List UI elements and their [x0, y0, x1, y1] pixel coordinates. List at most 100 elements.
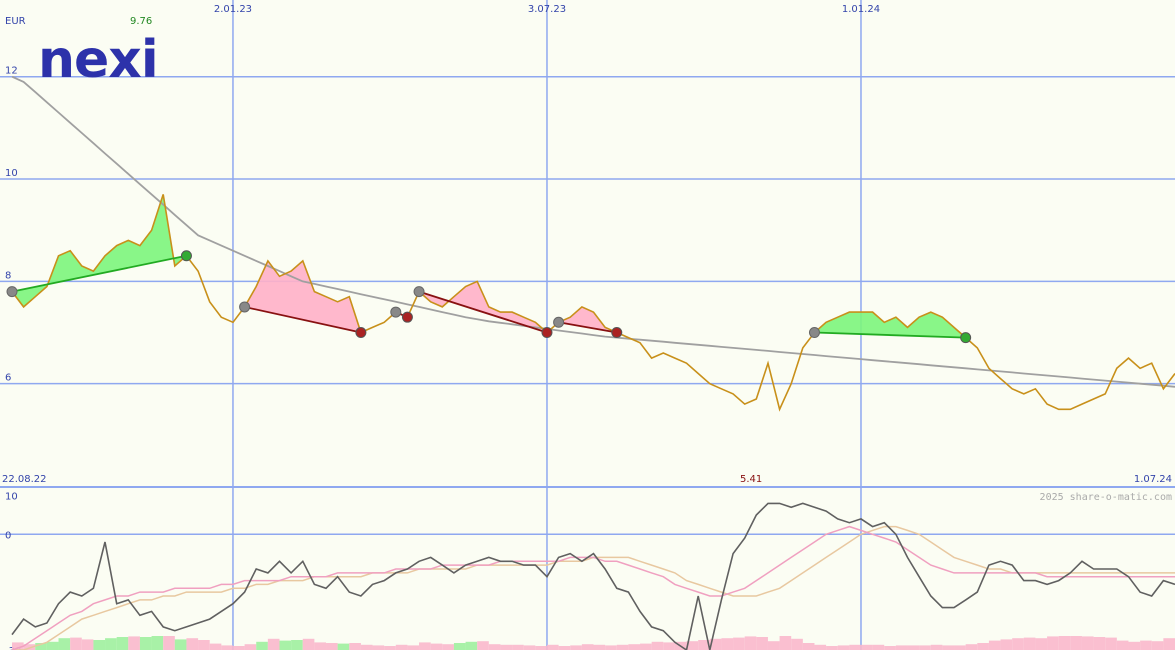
osc-bar	[965, 644, 978, 650]
osc-bar	[488, 644, 501, 650]
trade-entry-marker-0	[6, 286, 18, 298]
price-tick-label-6: 6	[5, 373, 11, 384]
osc-tick-label-0: 0	[5, 530, 11, 541]
osc-bar	[651, 641, 664, 650]
osc-pink-line	[11, 525, 1175, 650]
osc-bar	[151, 636, 164, 650]
trade-entry-marker-5	[808, 327, 820, 339]
osc-bar	[1081, 636, 1094, 650]
osc-bar	[279, 640, 292, 650]
trade-entry-marker-1	[239, 301, 251, 313]
osc-bar	[1128, 641, 1141, 650]
osc-main-line	[11, 502, 1175, 650]
osc-bar	[1023, 637, 1036, 650]
osc-bar	[907, 645, 920, 650]
osc-bar	[81, 639, 94, 650]
osc-bar	[198, 640, 210, 650]
trade-entry-marker-3	[413, 286, 425, 298]
osc-bar	[1140, 640, 1152, 650]
osc-bar	[221, 645, 233, 650]
min-value-label: 5.41	[740, 474, 762, 485]
osc-bar	[616, 644, 629, 650]
osc-bar	[872, 644, 885, 650]
trade-fill-3	[419, 281, 547, 333]
osc-bar	[105, 638, 117, 650]
start-date-label: 22.08.22	[2, 474, 47, 485]
osc-bar	[419, 642, 431, 650]
osc-bar	[384, 646, 396, 650]
osc-bar	[1070, 636, 1082, 650]
osc-bar	[163, 636, 175, 650]
osc-bar	[58, 638, 71, 650]
osc-bar	[1105, 637, 1117, 650]
osc-bar	[884, 646, 896, 650]
osc-bar	[46, 641, 59, 650]
osc-bar	[930, 644, 943, 650]
osc-bar	[186, 638, 199, 650]
end-date-label: 1.07.24	[1134, 474, 1172, 485]
trade-exit-marker-1	[355, 327, 367, 339]
date-tick-label-3.07.23: 3.07.23	[528, 4, 566, 15]
osc-bar	[1035, 638, 1048, 650]
osc-bar	[267, 638, 280, 650]
trade-line-0	[11, 254, 187, 293]
osc-bar	[1012, 638, 1024, 650]
osc-bar	[663, 642, 675, 650]
osc-bar	[860, 644, 873, 650]
trade-exit-marker-0	[180, 250, 192, 262]
osc-bar	[302, 638, 315, 650]
trade-entry-marker-4	[553, 316, 565, 328]
osc-bar	[977, 643, 989, 650]
osc-bar	[407, 645, 420, 650]
osc-bar	[802, 643, 815, 650]
trade-fill-0	[12, 194, 187, 307]
osc-bar	[558, 646, 571, 650]
osc-bar	[209, 643, 222, 650]
osc-bar	[767, 641, 780, 650]
osc-bar	[70, 637, 82, 650]
osc-bar	[779, 636, 792, 650]
osc-bar	[895, 645, 908, 650]
osc-bar	[477, 641, 489, 650]
trade-exit-marker-3	[541, 327, 553, 339]
osc-bar	[640, 643, 652, 650]
trade-exit-marker-2	[401, 311, 413, 323]
osc-tick-label-10: 10	[5, 492, 18, 503]
osc-bar	[93, 640, 106, 650]
osc-bar	[1000, 639, 1013, 650]
osc-bar	[174, 639, 187, 650]
osc-bar	[360, 644, 373, 650]
osc-bar	[988, 640, 1001, 650]
date-tick-label-1.01.24: 1.01.24	[842, 4, 880, 15]
max-value-label: 9.76	[130, 16, 152, 27]
osc-bar	[605, 645, 617, 650]
osc-bar	[512, 644, 524, 650]
osc-bar	[372, 645, 385, 650]
osc-bar	[430, 643, 443, 650]
osc-bar	[314, 642, 327, 650]
osc-bar	[814, 644, 827, 650]
osc-bar	[128, 636, 140, 650]
nexi-logo: nexi	[38, 30, 158, 90]
trade-entry-marker-2	[390, 306, 402, 318]
osc-bar	[500, 644, 513, 650]
osc-bar	[1058, 636, 1071, 650]
price-line	[11, 194, 1175, 412]
price-tick-label-10: 10	[5, 168, 18, 179]
osc-bar	[826, 646, 838, 650]
trade-exit-marker-4	[611, 327, 623, 339]
date-tick-label-2.01.23: 2.01.23	[214, 4, 252, 15]
trade-fill-1	[244, 260, 361, 333]
osc-bar	[453, 643, 466, 650]
osc-bar	[837, 645, 850, 650]
osc-bar	[465, 641, 478, 650]
osc-bar	[744, 636, 757, 650]
osc-bar	[849, 644, 861, 650]
osc-bar	[232, 646, 245, 650]
price-tick-label-8: 8	[5, 270, 11, 281]
osc-bar	[581, 644, 594, 650]
osc-bar	[954, 645, 966, 650]
osc-bar	[395, 644, 408, 650]
osc-bar	[523, 645, 536, 650]
osc-bar	[733, 637, 745, 650]
